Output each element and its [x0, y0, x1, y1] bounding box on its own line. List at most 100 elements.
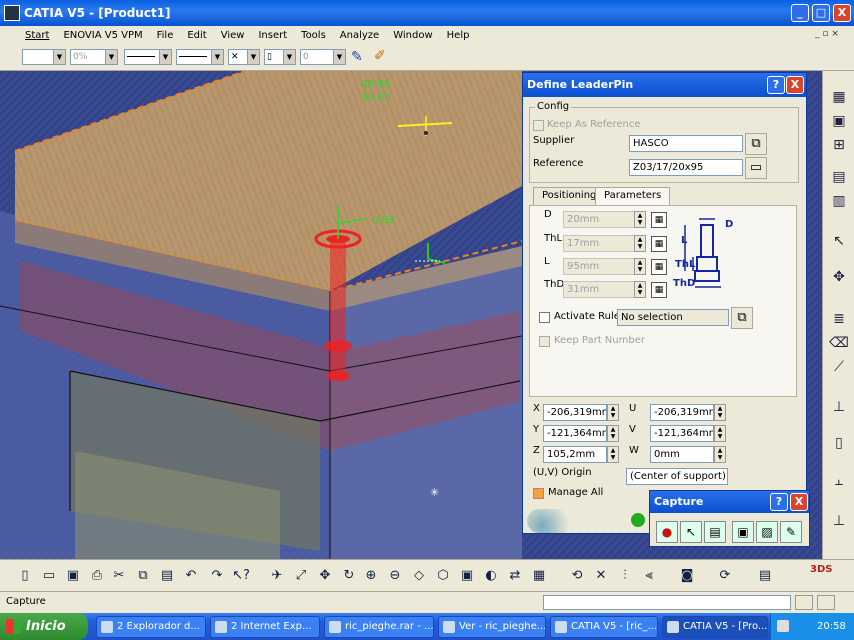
hide-show-icon[interactable]: ◐ — [482, 567, 500, 585]
line-type-dropdown[interactable]: ▼ — [176, 49, 224, 65]
coord-y-spinner[interactable]: ▲ ▼ — [607, 425, 619, 442]
select-arrow-icon[interactable]: ↖ — [829, 231, 849, 251]
close-button[interactable]: X — [833, 4, 851, 22]
coord-v-field[interactable]: -121,364mm — [650, 425, 714, 442]
transparency-dropdown[interactable]: 0% ▼ — [70, 49, 118, 65]
bushing-icon[interactable]: ▯ — [829, 433, 849, 453]
param-l-spinner[interactable]: ▲ ▼ — [634, 258, 646, 275]
painter-icon[interactable]: ✎ — [351, 49, 363, 65]
line-thickness-dropdown[interactable]: ▼ — [124, 49, 172, 65]
zoom-out-icon[interactable]: ⊖ — [386, 567, 404, 585]
dialog-close-button[interactable]: X — [786, 76, 804, 94]
task-catia-1[interactable]: CATIA V5 - [ric_... — [550, 616, 658, 638]
minimize-button[interactable]: _ — [791, 4, 809, 22]
activate-rule-checkbox[interactable] — [539, 312, 550, 323]
menu-start[interactable]: Start — [18, 30, 56, 41]
task-viewer[interactable]: Ver - ric_pieghe.... — [438, 616, 546, 638]
picture-icon[interactable]: ▨ — [756, 521, 778, 543]
whats-this-icon[interactable]: ↖? — [232, 567, 250, 585]
update-icon[interactable]: ⟳ — [716, 567, 734, 585]
layer-dropdown[interactable]: ▯ ▼ — [264, 49, 296, 65]
brush-icon[interactable]: ✐ — [374, 48, 386, 64]
menu-enovia[interactable]: ENOVIA V5 VPM — [56, 30, 149, 41]
param-thl-formula-icon[interactable]: ▦ — [651, 236, 667, 252]
swap-visible-icon[interactable]: ⇄ — [506, 567, 524, 585]
supplier-field[interactable]: HASCO — [629, 135, 743, 152]
catalog-browser-button[interactable]: ⧉ — [745, 133, 767, 155]
menu-edit[interactable]: Edit — [180, 30, 213, 41]
task-catia-2[interactable]: CATIA V5 - [Pro... — [662, 616, 768, 638]
coord-u-spinner[interactable]: ▲ ▼ — [714, 404, 726, 421]
rotate-icon[interactable]: ↻ — [340, 567, 358, 585]
param-l-formula-icon[interactable]: ▦ — [651, 259, 667, 275]
leader-pin-icon[interactable]: ⊥ — [829, 397, 849, 417]
param-d-formula-icon[interactable]: ▦ — [651, 212, 667, 228]
paste-icon[interactable]: ▤ — [158, 567, 176, 585]
param-d-field[interactable]: 20mm — [563, 211, 635, 228]
param-thl-field[interactable]: 17mm — [563, 235, 635, 252]
catalog-icon[interactable]: ▤ — [756, 567, 774, 585]
menu-analyze[interactable]: Analyze — [333, 30, 386, 41]
fit-all-icon[interactable]: ⤢ — [292, 567, 310, 585]
product-structure-icon[interactable]: ▦ — [829, 87, 849, 107]
fill-color-dropdown[interactable]: ▼ — [22, 49, 66, 65]
zoom-in-icon[interactable]: ⊕ — [362, 567, 380, 585]
compass-move-icon[interactable]: ✥ — [829, 267, 849, 287]
coord-y-field[interactable]: -121,364mm — [543, 425, 607, 442]
status-button-1[interactable] — [795, 595, 813, 610]
album-icon[interactable]: ▣ — [732, 521, 754, 543]
eraser-icon[interactable]: ⌫ — [829, 333, 849, 353]
coord-w-spinner[interactable]: ▲ ▼ — [714, 446, 726, 463]
ok-button[interactable] — [631, 513, 645, 527]
print-icon[interactable]: ⎙ — [88, 567, 106, 585]
menu-tools[interactable]: Tools — [294, 30, 333, 41]
coord-w-field[interactable]: 0mm — [650, 446, 714, 463]
new-file-icon[interactable]: ▯ — [16, 567, 34, 585]
tray-network-icon[interactable] — [777, 620, 789, 632]
uv-origin-field[interactable]: (Center of support) — [626, 468, 728, 485]
task-internet-explorer[interactable]: 2 Internet Exp... — [210, 616, 320, 638]
ejector-pin-icon[interactable]: ⊥ — [829, 511, 849, 531]
param-d-spinner[interactable]: ▲ ▼ — [634, 211, 646, 228]
save-icon[interactable]: ▣ — [64, 567, 82, 585]
normal-view-icon[interactable]: ◇ — [410, 567, 428, 585]
copy-icon[interactable]: ⧉ — [134, 567, 152, 585]
keep-as-reference-checkbox[interactable] — [533, 120, 544, 131]
menu-insert[interactable]: Insert — [251, 30, 294, 41]
cut-icon[interactable]: ✂ — [110, 567, 128, 585]
render-style-icon[interactable]: ▦ — [530, 567, 548, 585]
measure-between-icon[interactable]: ⫶ — [616, 567, 634, 585]
undo-icon[interactable]: ↶ — [182, 567, 200, 585]
keep-part-number-checkbox[interactable] — [539, 336, 550, 347]
open-folder-icon[interactable]: ▭ — [40, 567, 58, 585]
settings-icon[interactable]: ✎ — [780, 521, 802, 543]
coord-v-spinner[interactable]: ▲ ▼ — [714, 425, 726, 442]
view-mode-icon[interactable]: ▣ — [458, 567, 476, 585]
rule-selection-field[interactable]: No selection — [617, 309, 729, 326]
rule-catalog-button[interactable]: ⧉ — [731, 307, 753, 329]
existing-component-icon[interactable]: ▤ — [829, 167, 849, 187]
coord-z-field[interactable]: 105,2mm — [543, 446, 607, 463]
menu-window[interactable]: Window — [386, 30, 439, 41]
menu-help[interactable]: Help — [440, 30, 477, 41]
open-folder-button[interactable]: ▭ — [745, 157, 767, 179]
power-input-field[interactable] — [543, 595, 791, 610]
task-rar[interactable]: ric_pieghe.rar - ... — [324, 616, 434, 638]
capture-help-button[interactable]: ? — [770, 493, 788, 511]
capture-options-icon[interactable]: ▤ — [704, 521, 726, 543]
iso-view-icon[interactable]: ⬡ — [434, 567, 452, 585]
param-thd-spinner[interactable]: ▲ ▼ — [634, 281, 646, 298]
point-symbol-dropdown[interactable]: ✕ ▼ — [228, 49, 260, 65]
catia-app-icon[interactable] — [4, 5, 20, 21]
mdi-controls[interactable]: _ ▫ × — [815, 29, 839, 39]
screw-icon[interactable]: ⫠ — [829, 471, 849, 491]
camera-icon[interactable]: ◙ — [678, 567, 696, 585]
maximize-button[interactable]: □ — [812, 4, 830, 22]
param-thl-spinner[interactable]: ▲ ▼ — [634, 235, 646, 252]
coord-x-field[interactable]: -206,319mm — [543, 404, 607, 421]
tab-parameters[interactable]: Parameters — [595, 187, 671, 205]
param-thd-field[interactable]: 31mm — [563, 281, 635, 298]
coord-z-spinner[interactable]: ▲ ▼ — [607, 446, 619, 463]
pan-icon[interactable]: ✥ — [316, 567, 334, 585]
reference-field[interactable]: Z03/17/20x95 — [629, 159, 743, 176]
